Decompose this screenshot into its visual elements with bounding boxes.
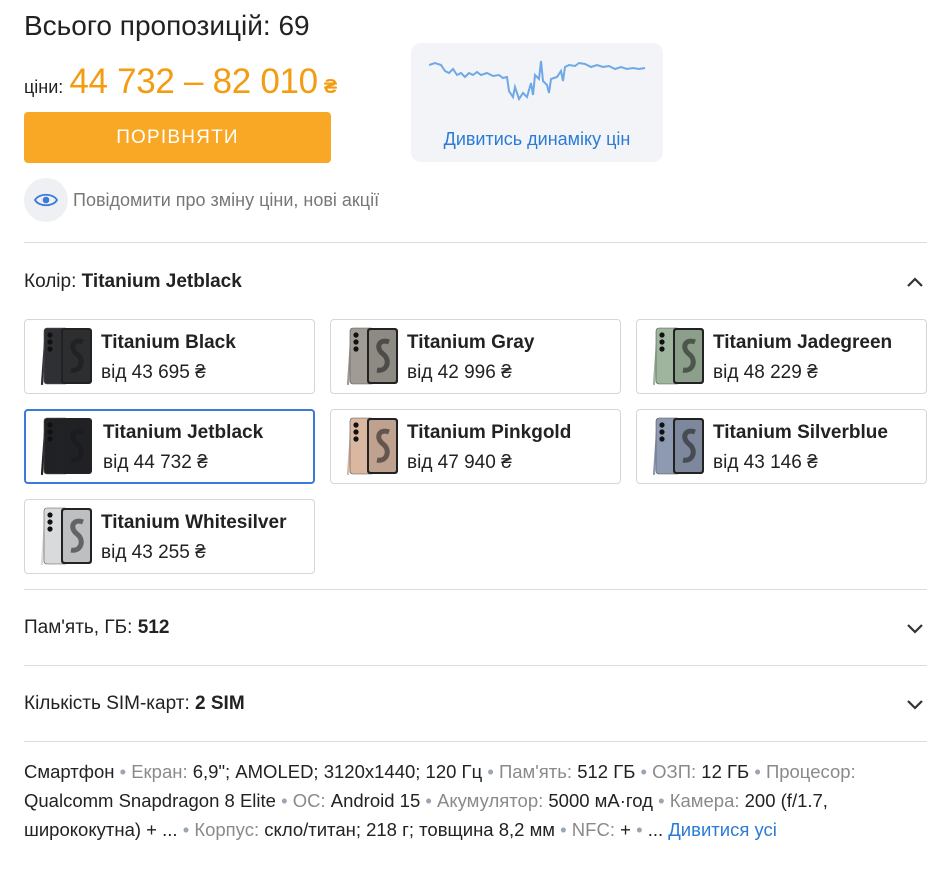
chevron-down-icon[interactable]: [903, 616, 927, 640]
phone-thumbnail: [40, 327, 92, 386]
price-label: ціни:: [24, 77, 64, 97]
memory-section-header[interactable]: Пам'ять, ГБ: 512: [24, 613, 927, 643]
color-option-card[interactable]: Titanium Jetblack від 44 732 ₴: [24, 409, 315, 484]
color-option-card[interactable]: Titanium Pinkgold від 47 940 ₴: [330, 409, 621, 484]
color-option-price: від 43 146 ₴: [713, 452, 818, 473]
color-section-title: Колір: Titanium Jetblack: [24, 271, 242, 292]
offers-count-title: Всього пропозицій: 69: [24, 10, 310, 41]
sim-section-header[interactable]: Кількість SIM-карт: 2 SIM: [24, 689, 927, 719]
sim-section-title: Кількість SIM-карт: 2 SIM: [24, 693, 245, 714]
divider: [24, 665, 927, 666]
memory-section-title: Пам'ять, ГБ: 512: [24, 617, 170, 638]
chevron-down-icon[interactable]: [903, 692, 927, 716]
color-option-name: Titanium Gray: [407, 332, 535, 353]
divider: [24, 741, 927, 742]
currency-sign: ₴: [323, 76, 338, 98]
color-option-price: від 48 229 ₴: [713, 362, 818, 383]
price-dynamics-widget[interactable]: Дивитись динаміку цін: [411, 43, 663, 162]
eye-icon[interactable]: [24, 178, 68, 222]
divider: [24, 589, 927, 590]
color-option-card[interactable]: Titanium Silverblue від 43 146 ₴: [636, 409, 927, 484]
color-option-price: від 47 940 ₴: [407, 452, 512, 473]
compare-button[interactable]: ПОРІВНЯТИ: [24, 112, 331, 163]
color-option-price: від 43 255 ₴: [101, 542, 206, 563]
price-range-value: 44 732 – 82 010: [69, 62, 318, 101]
color-option-name: Titanium Silverblue: [713, 422, 888, 443]
phone-thumbnail: [346, 327, 398, 386]
color-option-name: Titanium Black: [101, 332, 236, 353]
color-option-name: Titanium Pinkgold: [407, 422, 572, 443]
color-option-price: від 44 732 ₴: [103, 452, 208, 473]
color-option-name: Titanium Jadegreen: [713, 332, 893, 353]
phone-thumbnail: [652, 417, 704, 476]
phone-thumbnail: [346, 417, 398, 476]
chevron-up-icon[interactable]: [903, 270, 927, 294]
selected-sim: 2 SIM: [195, 693, 245, 714]
price-dynamics-link[interactable]: Дивитись динаміку цін: [411, 129, 663, 150]
phone-thumbnail: [40, 507, 92, 566]
color-option-name: Titanium Jetblack: [103, 422, 264, 443]
price-notify[interactable]: Повідомити про зміну ціни, нові акції: [24, 178, 379, 222]
color-option-name: Titanium Whitesilver: [101, 512, 287, 533]
color-option-card[interactable]: Titanium Whitesilver від 43 255 ₴: [24, 499, 315, 574]
price-range: ціни: 44 732 – 82 010 ₴: [24, 62, 337, 102]
color-section-header[interactable]: Колір: Titanium Jetblack: [24, 267, 927, 297]
see-all-specs-link[interactable]: Дивитися усі: [668, 819, 777, 840]
price-sparkline: [429, 60, 646, 102]
divider: [24, 242, 927, 243]
color-option-card[interactable]: Titanium Jadegreen від 48 229 ₴: [636, 319, 927, 394]
color-option-card[interactable]: Titanium Black від 43 695 ₴: [24, 319, 315, 394]
color-option-card[interactable]: Titanium Gray від 42 996 ₴: [330, 319, 621, 394]
notify-label[interactable]: Повідомити про зміну ціни, нові акції: [73, 190, 379, 211]
selected-memory: 512: [137, 617, 170, 638]
phone-thumbnail: [652, 327, 704, 386]
selected-color: Titanium Jetblack: [81, 271, 242, 292]
color-option-price: від 43 695 ₴: [101, 362, 206, 383]
phone-thumbnail: [40, 417, 92, 476]
short-specs: Смартфон • Екран: 6,9"; AMOLED; 3120x144…: [24, 761, 856, 840]
color-option-price: від 42 996 ₴: [407, 362, 512, 383]
